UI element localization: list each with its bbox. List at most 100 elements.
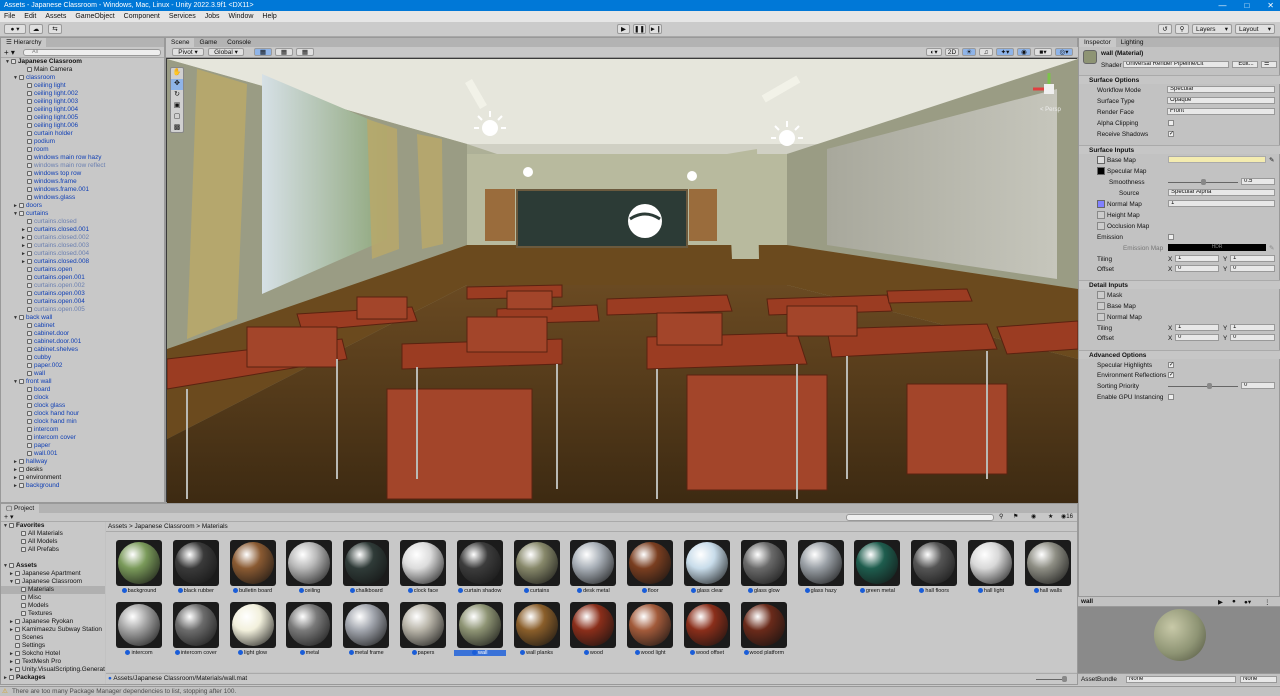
- asset-item[interactable]: curtains: [511, 540, 563, 598]
- hierarchy-item[interactable]: paper.002: [1, 362, 164, 370]
- hierarchy-search-input[interactable]: All: [23, 49, 161, 56]
- hierarchy-item[interactable]: clock: [1, 394, 164, 402]
- hierarchy-item[interactable]: intercom: [1, 426, 164, 434]
- folder-item[interactable]: ► Sokcho Hotel: [1, 650, 105, 658]
- hierarchy-item[interactable]: curtains.open.004: [1, 298, 164, 306]
- menu-gameobject[interactable]: GameObject: [75, 13, 114, 20]
- hierarchy-item[interactable]: ▼ back wall: [1, 314, 164, 322]
- layout-dropdown[interactable]: Layout ▾: [1235, 24, 1275, 34]
- assetbundle-variant-dropdown[interactable]: None: [1240, 676, 1277, 683]
- hierarchy-item[interactable]: cabinet.shelves: [1, 346, 164, 354]
- hierarchy-item[interactable]: curtains.open.003: [1, 290, 164, 298]
- detail-normal-map-slot[interactable]: [1097, 313, 1105, 321]
- asset-item[interactable]: wall planks: [511, 602, 563, 660]
- preview-play-icon[interactable]: ▶: [1218, 598, 1223, 606]
- folder-item[interactable]: ► TextMesh Pro: [1, 658, 105, 666]
- preview-menu-icon[interactable]: ⋮: [1264, 598, 1270, 606]
- add-icon[interactable]: + ▾: [4, 48, 15, 57]
- search-icon[interactable]: ⚲: [1175, 24, 1189, 34]
- eye-icon[interactable]: ◉: [1031, 513, 1036, 520]
- hierarchy-item[interactable]: wall: [1, 370, 164, 378]
- layers-dropdown[interactable]: Layers ▾: [1192, 24, 1232, 34]
- offset-x-field[interactable]: 0: [1175, 265, 1219, 272]
- cloud-icon[interactable]: ☁: [29, 24, 43, 34]
- asset-item[interactable]: glass glow: [738, 540, 790, 598]
- emission-color[interactable]: HDR: [1168, 244, 1266, 251]
- collab-icon[interactable]: ⇆: [48, 24, 62, 34]
- folder-item[interactable]: Materials: [1, 586, 105, 594]
- hierarchy-item[interactable]: windows main row hazy: [1, 154, 164, 162]
- tab-lighting[interactable]: Lighting: [1115, 38, 1149, 47]
- folder-item[interactable]: ▼ Favorites: [1, 522, 105, 530]
- search-by-label-icon[interactable]: ⚑: [1013, 513, 1018, 520]
- asset-item[interactable]: curtain shadow: [454, 540, 506, 598]
- hierarchy-item[interactable]: cubby: [1, 354, 164, 362]
- folder-item[interactable]: ► Packages: [1, 674, 105, 682]
- transform-tool-icon[interactable]: ▩: [171, 123, 183, 134]
- hierarchy-item[interactable]: curtains.open: [1, 266, 164, 274]
- folder-item[interactable]: ▼ Assets: [1, 562, 105, 570]
- tab-console[interactable]: Console: [222, 38, 256, 47]
- hierarchy-item[interactable]: ceiling light: [1, 82, 164, 90]
- hierarchy-item[interactable]: ► curtains.closed.002: [1, 234, 164, 242]
- preview-light-icon[interactable]: ●: [1232, 598, 1236, 605]
- hierarchy-item[interactable]: windows.glass: [1, 194, 164, 202]
- workflow-mode-dropdown[interactable]: Specular: [1167, 86, 1275, 93]
- hierarchy-item[interactable]: curtains.open.001: [1, 274, 164, 282]
- tab-project[interactable]: ▢ Project: [1, 504, 40, 513]
- surface-type-dropdown[interactable]: Opaque: [1167, 97, 1275, 104]
- folder-item[interactable]: Misc: [1, 594, 105, 602]
- tab-scene[interactable]: Scene: [166, 38, 195, 47]
- hierarchy-item[interactable]: ► doors: [1, 202, 164, 210]
- surface-options-header[interactable]: Surface Options: [1079, 75, 1280, 84]
- audio-toggle[interactable]: ♫: [979, 48, 993, 56]
- hierarchy-item[interactable]: ► hallway: [1, 458, 164, 466]
- preview-shape-icon[interactable]: ●▾: [1244, 598, 1251, 606]
- persp-label[interactable]: < Persp: [1040, 107, 1062, 113]
- sorting-priority-field[interactable]: 0: [1241, 382, 1275, 389]
- detail-base-map-slot[interactable]: [1097, 302, 1105, 310]
- minimize-icon[interactable]: —: [1218, 1, 1226, 10]
- menu-assets[interactable]: Assets: [45, 13, 66, 20]
- hierarchy-item[interactable]: windows main row reflect: [1, 162, 164, 170]
- folder-item[interactable]: Models: [1, 602, 105, 610]
- hierarchy-item[interactable]: ceiling light.004: [1, 106, 164, 114]
- star-icon[interactable]: ★: [1048, 513, 1053, 520]
- asset-item[interactable]: wood platform: [738, 602, 790, 660]
- menu-file[interactable]: File: [4, 13, 15, 20]
- tab-hierarchy[interactable]: ☰ Hierarchy: [1, 38, 47, 47]
- asset-item[interactable]: metal frame: [340, 602, 392, 660]
- asset-item[interactable]: hall floors: [908, 540, 960, 598]
- hierarchy-item[interactable]: curtains.open.002: [1, 282, 164, 290]
- hierarchy-item[interactable]: ► curtains.closed.008: [1, 258, 164, 266]
- hierarchy-item[interactable]: ceiling light.002: [1, 90, 164, 98]
- global-dropdown[interactable]: Global ▾: [208, 48, 244, 56]
- pivot-dropdown[interactable]: Pivot ▾: [172, 48, 204, 56]
- detail-tiling-y-field[interactable]: 1: [1230, 324, 1275, 331]
- hierarchy-item[interactable]: cabinet: [1, 322, 164, 330]
- normal-scale-field[interactable]: 1: [1168, 200, 1275, 207]
- normal-map-slot[interactable]: [1097, 200, 1105, 208]
- folder-item[interactable]: Scenes: [1, 634, 105, 642]
- pause-button[interactable]: ❚❚: [633, 24, 646, 34]
- preview-sphere[interactable]: [1154, 609, 1206, 661]
- hierarchy-item[interactable]: windows.frame: [1, 178, 164, 186]
- rotate-tool-icon[interactable]: ↻: [171, 90, 183, 101]
- asset-item[interactable]: intercom: [113, 602, 165, 660]
- specular-map-slot[interactable]: [1097, 167, 1105, 175]
- hierarchy-item[interactable]: clock glass: [1, 402, 164, 410]
- hand-tool-icon[interactable]: ✋: [171, 68, 183, 79]
- hierarchy-item[interactable]: podium: [1, 138, 164, 146]
- hierarchy-item[interactable]: ► curtains.closed.004: [1, 250, 164, 258]
- asset-item[interactable]: black rubber: [170, 540, 222, 598]
- tiling-x-field[interactable]: 1: [1175, 255, 1219, 262]
- asset-item[interactable]: wall: [453, 602, 506, 660]
- search-by-type-icon[interactable]: ⚲: [999, 513, 1003, 520]
- asset-item[interactable]: chalkboard: [340, 540, 392, 598]
- detail-offset-x-field[interactable]: 0: [1175, 334, 1219, 341]
- camera-dropdown[interactable]: ■▾: [1034, 48, 1052, 56]
- hierarchy-item[interactable]: windows top row: [1, 170, 164, 178]
- asset-item[interactable]: wood: [567, 602, 619, 660]
- folder-item[interactable]: All Prefabs: [1, 546, 105, 554]
- menu-jobs[interactable]: Jobs: [205, 13, 220, 20]
